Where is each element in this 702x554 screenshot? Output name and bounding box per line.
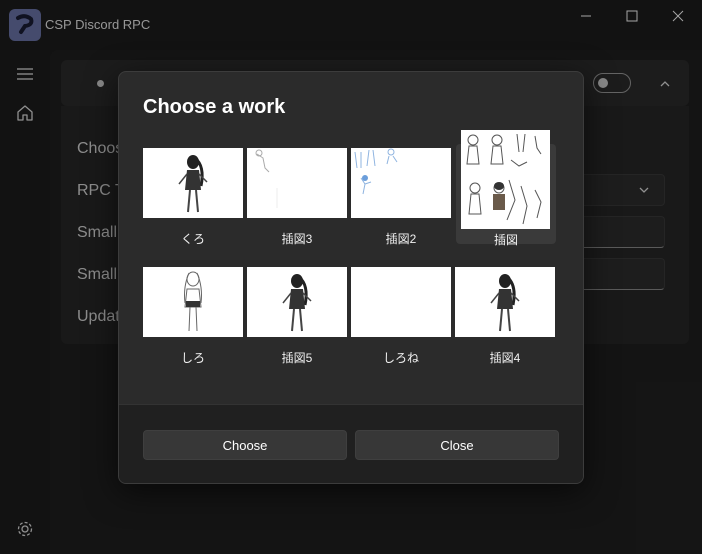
work-item[interactable]: くろ — [143, 144, 243, 246]
work-item[interactable]: 插図5 — [247, 263, 347, 365]
work-thumbnail — [143, 267, 243, 337]
work-thumbnail — [247, 267, 347, 337]
choose-work-dialog: Choose a work くろ 插図3 插図2 插図 しろ 插図5 しろね 插… — [118, 71, 584, 484]
work-item[interactable]: 插図3 — [247, 144, 347, 246]
work-thumbnail — [143, 148, 243, 218]
work-thumbnail — [351, 148, 451, 218]
work-label: 插図5 — [281, 351, 313, 365]
work-label: 插図2 — [385, 232, 417, 246]
work-thumbnail — [461, 130, 550, 229]
work-thumbnail — [351, 267, 451, 337]
dialog-footer: Choose Close — [119, 404, 583, 483]
work-label: 插図 — [493, 233, 518, 247]
work-label: しろ — [180, 351, 205, 365]
work-thumbnail — [247, 148, 347, 218]
close-button[interactable]: Close — [355, 430, 559, 460]
work-item[interactable]: しろね — [351, 263, 451, 365]
work-label: くろ — [180, 232, 205, 246]
work-thumbnail — [455, 267, 555, 337]
work-item[interactable]: 插図4 — [455, 263, 555, 365]
work-label: 插図4 — [489, 351, 521, 365]
work-item[interactable]: しろ — [143, 263, 243, 365]
work-item[interactable]: 插図2 — [351, 144, 451, 246]
work-item-selected[interactable]: 插図 — [456, 130, 556, 247]
choose-button[interactable]: Choose — [143, 430, 347, 460]
work-label: 插図3 — [281, 232, 313, 246]
work-label: しろね — [382, 351, 419, 365]
dialog-title: Choose a work — [143, 96, 286, 118]
